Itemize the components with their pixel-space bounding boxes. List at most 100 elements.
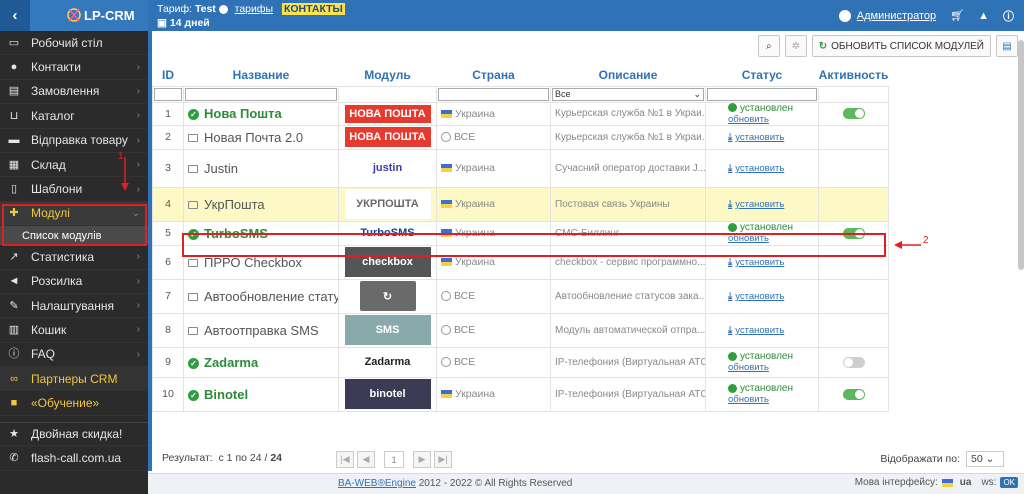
status-text: установлен — [740, 102, 794, 114]
install-link[interactable]: ⤓ установить — [728, 257, 784, 268]
sidebar-item-discount[interactable]: ★ Двойная скидка! — [0, 421, 148, 447]
sidebar-item-orders[interactable]: ▤ Замовлення › — [0, 80, 148, 105]
per-page-label: Відображати по: — [880, 453, 960, 465]
chevron-right-icon: › — [136, 300, 140, 312]
table-row[interactable]: 1 ✓ Нова Пошта НОВА ПОШТА Украина Курьерская … — [152, 101, 889, 126]
sidebar-item-flashcall[interactable]: ✆ flash-call.com.ua — [0, 446, 148, 471]
trash-icon: ▥ — [8, 323, 20, 336]
tariff-info: Тариф: Test тарифы КОНТАКТЫ ▣ 14 дней — [157, 3, 345, 29]
filter-country[interactable] — [438, 87, 549, 101]
first-page-button[interactable]: |◀ — [336, 451, 354, 468]
sidebar-item-statistics[interactable]: ↗ Статистика › — [0, 245, 148, 270]
table-row[interactable]: 3 Justin justin Украина Сучасний оператор до… — [152, 148, 889, 188]
col-active[interactable]: Активность — [819, 64, 889, 86]
settings-button[interactable]: ✲ — [784, 35, 807, 57]
cell-country: Украина — [436, 186, 551, 222]
star-icon: ★ — [9, 428, 19, 441]
col-status[interactable]: Статус — [706, 64, 819, 86]
country-text: Украина — [455, 256, 495, 268]
cell-name[interactable]: Автообновление статусов — [183, 278, 339, 314]
filter-name[interactable] — [185, 87, 337, 101]
update-link[interactable]: обновить — [728, 394, 769, 405]
sidebar-item-faq[interactable]: ⓘ FAQ › — [0, 343, 148, 368]
install-link[interactable]: ⤓ установить — [728, 199, 784, 210]
table-row[interactable]: 9 ✓ Zadarma Zadarma ВСЕ IP-телефония (Виртуал… — [152, 346, 889, 378]
sidebar-item-shipping[interactable]: ▬ Відправка товару › — [0, 129, 148, 153]
install-link[interactable]: ⤓ установить — [728, 291, 784, 302]
cell-module: Zadarma — [338, 346, 437, 378]
sidebar-item-desktop[interactable]: ▭ Робочий стіл — [0, 31, 148, 56]
logo[interactable]: LP-CRM — [30, 0, 148, 31]
filter-description-select[interactable]: Все ⌄ — [552, 87, 704, 101]
result-label: Результат: — [162, 452, 213, 464]
contacts-link[interactable]: КОНТАКТЫ — [281, 3, 345, 15]
cart-icon[interactable]: 🛒︎ — [950, 9, 964, 22]
module-name: Автоотправка SMS — [204, 322, 319, 338]
prev-page-button[interactable]: ◀ — [357, 451, 375, 468]
table-row[interactable]: 7 Автообновление статусов ↻ ВСЕ Автообновлен… — [152, 278, 889, 314]
cell-name[interactable]: Justin — [183, 148, 339, 188]
table-row[interactable]: 8 Автоотправка SMS SMS ВСЕ Модуль автоматиче… — [152, 312, 889, 348]
download-icon: ⤓ — [728, 131, 733, 143]
col-description[interactable]: Описание — [551, 64, 706, 86]
sidebar-item-mailing[interactable]: ◄ Розсилка › — [0, 270, 148, 294]
back-arrow-icon[interactable]: ‹ — [0, 0, 30, 31]
install-link[interactable]: ⤓ установить — [728, 163, 784, 174]
cell-country: ВСЕ — [436, 124, 551, 150]
export-button[interactable]: ▤ — [996, 35, 1018, 57]
cell-module: justin — [338, 148, 437, 188]
video-icon: ■ — [10, 397, 18, 410]
last-page-button[interactable]: ▶| — [434, 451, 452, 468]
document-icon: ▤ — [1002, 40, 1012, 52]
col-id[interactable]: ID — [153, 64, 184, 86]
active-toggle[interactable] — [842, 356, 865, 368]
info-icon[interactable]: ⓘ — [1003, 8, 1014, 24]
scrollbar[interactable] — [1018, 40, 1024, 270]
filter-status[interactable] — [707, 87, 817, 101]
status-text: установлен — [740, 383, 794, 394]
language-value[interactable]: ua — [960, 477, 972, 488]
sidebar-item-settings[interactable]: ✎ Налаштування › — [0, 294, 148, 319]
bell-icon[interactable]: ▲ — [978, 10, 989, 22]
brand-link[interactable]: BA-WEB®Engine — [338, 478, 416, 489]
tariffs-link[interactable]: тарифы — [235, 3, 273, 15]
refresh-modules-button[interactable]: ↻ ОБНОВИТЬ СПИСОК МОДУЛЕЙ — [811, 35, 991, 57]
install-link[interactable]: ⤓ установить — [728, 132, 784, 143]
table-row[interactable]: 2 Новая Почта 2.0 НОВА ПОШТА ВСЕ Курьерская … — [152, 124, 889, 150]
active-toggle[interactable] — [842, 388, 865, 400]
col-name[interactable]: Название — [184, 64, 339, 86]
chevron-right-icon: › — [136, 348, 140, 360]
chevron-right-icon: › — [136, 275, 140, 287]
cell-name[interactable]: ✓ Zadarma — [183, 346, 339, 378]
cell-name[interactable]: Новая Почта 2.0 — [183, 124, 339, 150]
sidebar-item-learning[interactable]: ■ «Обучение» — [0, 391, 148, 416]
sidebar-item-trash[interactable]: ▥ Кошик › — [0, 318, 148, 343]
col-module[interactable]: Модуль — [339, 64, 437, 86]
next-page-button[interactable]: ▶ — [413, 451, 431, 468]
col-country[interactable]: Страна — [437, 64, 551, 86]
result-range: с 1 по 24 / — [218, 452, 268, 464]
cell-name[interactable]: УкрПошта — [183, 186, 339, 222]
sidebar-item-catalog[interactable]: ⊔ Каталог › — [0, 104, 148, 129]
sidebar-item-partners[interactable]: ∞ Партнеры CRM — [0, 367, 148, 392]
language-selector: Мова інтерфейсу: ua ws: OK — [855, 477, 1018, 488]
update-link[interactable]: обновить — [728, 362, 769, 373]
cell-name[interactable]: ✓ Нова Пошта — [183, 101, 339, 126]
info-icon[interactable] — [218, 4, 228, 14]
cell-name[interactable]: Автоотправка SMS — [183, 312, 339, 348]
per-page-select[interactable]: 50 ⌄ — [966, 451, 1004, 467]
cell-id: 7 — [152, 278, 184, 314]
sidebar-item-contacts[interactable]: ● Контакти › — [0, 55, 148, 80]
chevron-down-icon: ⌄ — [693, 88, 701, 99]
active-toggle[interactable] — [842, 108, 865, 120]
current-page[interactable]: 1 — [384, 451, 404, 468]
table-row[interactable]: 10 ✓ Binotel binotel Украина IP-телефония (Ви… — [152, 376, 889, 412]
filter-id[interactable] — [154, 87, 182, 101]
table-row[interactable]: 4 УкрПошта УКРПОШТА Украина Постовая связь У… — [152, 186, 889, 222]
update-link[interactable]: обновить — [728, 114, 769, 125]
install-link[interactable]: ⤓ установить — [728, 325, 784, 336]
user-menu[interactable]: Администратор — [838, 9, 936, 22]
cell-name[interactable]: ✓ Binotel — [183, 376, 339, 412]
search-button[interactable]: ⌕ — [757, 35, 780, 57]
cell-id: 1 — [152, 101, 184, 126]
